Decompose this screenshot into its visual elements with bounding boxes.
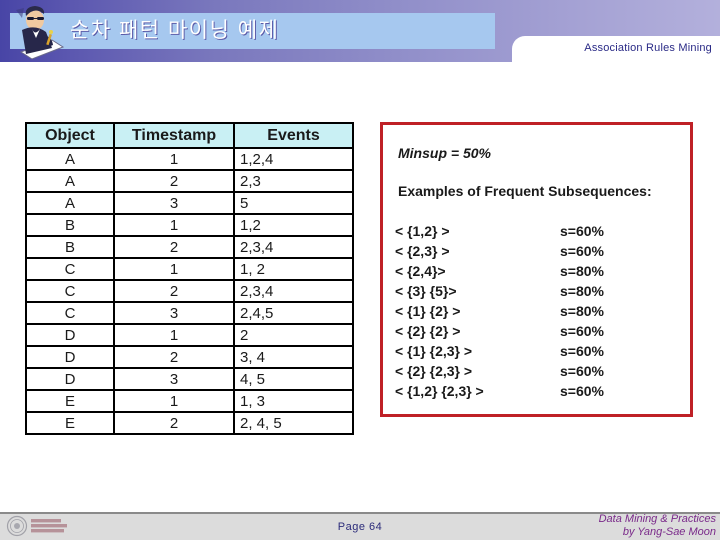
subsequence-support: s=80% xyxy=(560,303,604,319)
cell-timestamp: 1 xyxy=(113,147,235,171)
subsequence-pattern: < {1,2} > xyxy=(395,223,450,239)
cell-object: D xyxy=(25,345,115,369)
cell-timestamp: 1 xyxy=(113,257,235,281)
table-row: C 3 2,4,5 xyxy=(25,301,354,325)
subsequence-pattern: < {1} {2} > xyxy=(395,303,461,319)
subsequence-pattern: < {2,3} > xyxy=(395,243,450,259)
cell-timestamp: 2 xyxy=(113,411,235,435)
cell-timestamp: 1 xyxy=(113,389,235,413)
cell-object: C xyxy=(25,301,115,325)
subsequence-row: < {2} {2,3} > s=60% xyxy=(395,361,685,381)
credit-line-2: by Yang-Sae Moon xyxy=(622,526,716,538)
cell-events: 1,2 xyxy=(233,213,354,237)
cell-object: B xyxy=(25,213,115,237)
cell-object: A xyxy=(25,191,115,215)
cell-events: 1,2,4 xyxy=(233,147,354,171)
subsequence-row: < {2,4}> s=80% xyxy=(395,261,685,281)
subsequence-row: < {1} {2,3} > s=60% xyxy=(395,341,685,361)
footer-credit: Data Mining & Practices by Yang-Sae Moon xyxy=(456,513,716,539)
cell-events: 2 xyxy=(233,323,354,347)
cell-events: 2,3,4 xyxy=(233,235,354,259)
table-row: B 1 1,2 xyxy=(25,213,354,237)
subsequence-support: s=60% xyxy=(560,323,604,339)
person-writing-icon xyxy=(16,6,65,60)
cell-timestamp: 3 xyxy=(113,301,235,325)
table-row: D 2 3, 4 xyxy=(25,345,354,369)
table-row: E 2 2, 4, 5 xyxy=(25,411,354,435)
table-row: E 1 1, 3 xyxy=(25,389,354,413)
table-row: A 2 2,3 xyxy=(25,169,354,193)
cell-events: 3, 4 xyxy=(233,345,354,369)
cell-object: E xyxy=(25,411,115,435)
cell-object: A xyxy=(25,147,115,171)
subsequence-support: s=60% xyxy=(560,383,604,399)
cell-events: 2,4,5 xyxy=(233,301,354,325)
cell-object: C xyxy=(25,279,115,303)
cell-events: 2, 4, 5 xyxy=(233,411,354,435)
subsequence-row: < {1,2} {2,3} > s=60% xyxy=(395,381,685,401)
subsequence-row: < {1} {2} > s=80% xyxy=(395,301,685,321)
cell-timestamp: 1 xyxy=(113,323,235,347)
subsequence-support: s=60% xyxy=(560,223,604,239)
column-header-object: Object xyxy=(25,122,115,149)
table-row: D12 xyxy=(25,323,354,347)
subsequence-support: s=80% xyxy=(560,263,604,279)
cell-timestamp: 2 xyxy=(113,345,235,369)
cell-timestamp: 2 xyxy=(113,235,235,259)
examples-heading: Examples of Frequent Subsequences: xyxy=(398,183,652,199)
cell-object: B xyxy=(25,235,115,259)
sequence-database-table: Object Timestamp Events A 1 1,2,4 A 2 2,3 A 3 5 B… xyxy=(25,122,354,435)
cell-timestamp: 1 xyxy=(113,213,235,237)
table-row: C 2 2,3,4 xyxy=(25,279,354,303)
subsequence-pattern: < {2} {2} > xyxy=(395,323,461,339)
page-title: 순차 패턴 마이닝 예제 xyxy=(70,19,280,42)
table-row: A 1 1,2,4 xyxy=(25,147,354,171)
frequent-subsequences-panel: Minsup = 50% Examples of Frequent Subseq… xyxy=(380,122,693,417)
subsequence-support: s=80% xyxy=(560,283,604,299)
cell-events: 1, 2 xyxy=(233,257,354,281)
subsequence-pattern: < {3} {5}> xyxy=(395,283,457,299)
column-header-events: Events xyxy=(233,122,354,149)
subsequence-pattern: < {2} {2,3} > xyxy=(395,363,473,379)
table-row: D 3 4, 5 xyxy=(25,367,354,391)
cell-object: C xyxy=(25,257,115,281)
credit-line-1: Data Mining & Practices xyxy=(598,513,716,525)
minsup-label: Minsup = 50% xyxy=(398,145,491,161)
subsequence-support: s=60% xyxy=(560,243,604,259)
slide-canvas: 순차 패턴 마이닝 예제 Association Rules Mining Ob… xyxy=(0,0,720,540)
subsequence-pattern: < {2,4}> xyxy=(395,263,446,279)
cell-events: 2,3 xyxy=(233,169,354,193)
subsequence-row: < {2} {2} > s=60% xyxy=(395,321,685,341)
subsequence-pattern: < {1,2} {2,3} > xyxy=(395,383,484,399)
cell-events: 2,3,4 xyxy=(233,279,354,303)
cell-timestamp: 3 xyxy=(113,191,235,215)
cell-events: 4, 5 xyxy=(233,367,354,391)
subsequence-row: < {1,2} > s=60% xyxy=(395,221,685,241)
cell-timestamp: 2 xyxy=(113,169,235,193)
subsequence-row: < {3} {5}> s=80% xyxy=(395,281,685,301)
cell-events: 1, 3 xyxy=(233,389,354,413)
table-row: C 1 1, 2 xyxy=(25,257,354,281)
subsequence-row: < {2,3} > s=60% xyxy=(395,241,685,261)
column-header-timestamp: Timestamp xyxy=(113,122,235,149)
table-body: A 1 1,2,4 A 2 2,3 A 3 5 B 1 1,2 B 2 2,3,4 C 1 1, 2 C 2 2,3,4… xyxy=(25,147,354,435)
subsequence-support: s=60% xyxy=(560,363,604,379)
table-row: B 2 2,3,4 xyxy=(25,235,354,259)
table-header-row: Object Timestamp Events xyxy=(25,122,354,149)
cell-object: A xyxy=(25,169,115,193)
subsequence-pattern: < {1} {2,3} > xyxy=(395,343,473,359)
subsequence-list: < {1,2} > s=60% < {2,3} > s=60% < {2,4}> s=80… xyxy=(395,221,685,401)
subsequence-support: s=60% xyxy=(560,343,604,359)
cell-object: E xyxy=(25,389,115,413)
cell-object: D xyxy=(25,367,115,391)
cell-object: D xyxy=(25,323,115,347)
topic-label: Association Rules Mining xyxy=(584,42,712,54)
cell-timestamp: 3 xyxy=(113,367,235,391)
cell-timestamp: 2 xyxy=(113,279,235,303)
table-row: A35 xyxy=(25,191,354,215)
cell-events: 5 xyxy=(233,191,354,215)
